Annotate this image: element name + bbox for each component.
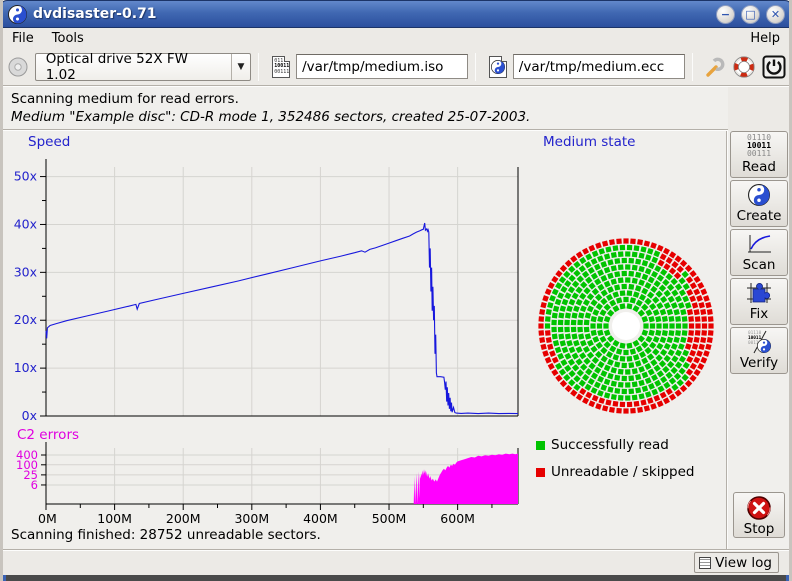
menu-file[interactable]: File (3, 30, 43, 47)
bad-sector-swatch (536, 468, 545, 477)
view-log-button[interactable]: View log (694, 552, 779, 573)
iso-path-input[interactable] (296, 54, 468, 79)
speed-ytick: 40x (14, 216, 37, 231)
title-bar[interactable]: dvdisaster-0.71 − □ ✕ (0, 0, 792, 28)
yin-yang-icon (748, 184, 770, 206)
toolbar-separator (475, 53, 476, 81)
vertical-separator (726, 131, 728, 549)
read-button[interactable]: 011101001100111 Read (730, 131, 788, 178)
scan-button[interactable]: Scan (730, 229, 788, 276)
menu-tools[interactable]: Tools (43, 30, 93, 47)
help-button[interactable] (730, 52, 760, 82)
x-axis-tick: 500M (372, 511, 407, 526)
maximize-button[interactable]: □ (741, 5, 760, 24)
drive-button[interactable] (3, 52, 33, 82)
ecc-file-button[interactable] (483, 52, 513, 82)
scan-label: Scan (743, 257, 776, 273)
speed-and-c2-charts: 0x10x20x30x40x50xC2 errors4001002560M100… (3, 137, 525, 527)
speed-ytick: 20x (14, 312, 37, 327)
app-logo-icon (8, 5, 27, 24)
c2-chart-title: C2 errors (17, 427, 79, 443)
speed-line (46, 223, 518, 414)
speed-ytick: 0x (22, 408, 37, 423)
preferences-button[interactable] (700, 52, 730, 82)
iso-image-button[interactable]: 0111001100111 (266, 52, 296, 82)
stop-label: Stop (744, 521, 775, 537)
iso-file-icon: 0111001100111 (272, 56, 290, 78)
status-line-1: Scanning medium for read errors. (11, 91, 728, 107)
ecc-path-input[interactable] (513, 54, 685, 79)
scan-curve-icon (746, 233, 772, 255)
quit-button[interactable] (759, 52, 789, 82)
x-axis-tick: 400M (303, 511, 338, 526)
drive-select[interactable]: Optical drive 52X FW 1.02 ▼ (35, 53, 252, 81)
x-axis-tick: 200M (166, 511, 201, 526)
drive-select-value: Optical drive 52X FW 1.02 (36, 51, 231, 83)
log-list-icon (699, 557, 711, 569)
bottom-status-bar: View log (3, 549, 789, 575)
good-sector-swatch (536, 441, 545, 450)
speed-ytick: 50x (14, 169, 37, 184)
cd-icon (7, 56, 29, 78)
verify-icon: 01110 10011 00111 (746, 329, 772, 355)
menu-help[interactable]: Help (741, 30, 789, 47)
stop-icon (746, 495, 772, 521)
menu-bar: File Tools Help (3, 28, 789, 48)
x-axis-tick: 300M (234, 511, 269, 526)
verify-label: Verify (740, 355, 778, 371)
c2-ytick: 6 (31, 478, 38, 492)
disc-hub-hole (612, 312, 640, 340)
close-button[interactable]: ✕ (766, 5, 785, 24)
legend-bad-label: Unreadable / skipped (551, 464, 694, 480)
toolbar: Optical drive 52X FW 1.02 ▼ 011100110011… (3, 48, 789, 86)
speed-ytick: 10x (14, 360, 37, 375)
status-line-2: Medium "Example disc": CD-R mode 1, 3524… (11, 109, 728, 125)
read-binary-icon: 011101001100111 (747, 134, 771, 158)
lifebuoy-icon (732, 55, 756, 79)
x-axis-tick: 0M (38, 511, 57, 526)
finish-message: Scanning finished: 28752 unreadable sect… (11, 527, 321, 543)
window-title: dvdisaster-0.71 (33, 6, 157, 22)
puzzle-piece-icon (746, 281, 772, 305)
power-icon (762, 55, 786, 79)
stop-button[interactable]: Stop (733, 492, 785, 538)
ecc-file-icon (489, 56, 507, 78)
chevron-down-icon: ▼ (231, 54, 251, 80)
legend-item-bad: Unreadable / skipped (536, 464, 694, 480)
medium-state-legend: Successfully read Unreadable / skipped (536, 437, 694, 491)
create-button[interactable]: Create (730, 180, 788, 227)
main-area: Speed Medium state 0x10x20x30x40x50xC2 e… (3, 131, 789, 549)
minimize-button[interactable]: − (716, 5, 735, 24)
wrench-icon (703, 55, 727, 79)
app-window: dvdisaster-0.71 − □ ✕ File Tools Help Op… (0, 0, 792, 581)
read-label: Read (742, 159, 776, 175)
action-sidebar: 011101001100111 Read Create Scan (729, 131, 789, 549)
medium-state-disc (531, 231, 721, 421)
x-axis-tick: 600M (440, 511, 475, 526)
x-axis-tick: 100M (97, 511, 132, 526)
c2-error-area (414, 454, 518, 504)
legend-good-label: Successfully read (551, 437, 669, 453)
status-area: Scanning medium for read errors. Medium … (3, 87, 728, 130)
toolbar-separator (692, 53, 693, 81)
toolbar-separator (258, 53, 259, 81)
speed-ytick: 30x (14, 264, 37, 279)
create-label: Create (737, 208, 782, 224)
medium-state-title: Medium state (543, 134, 635, 150)
window-bottom-border (0, 575, 792, 581)
view-log-label: View log (715, 555, 772, 571)
fix-button[interactable]: Fix (730, 278, 788, 325)
verify-button[interactable]: 01110 10011 00111 Verify (730, 327, 788, 374)
fix-label: Fix (750, 306, 769, 322)
legend-item-good: Successfully read (536, 437, 694, 453)
